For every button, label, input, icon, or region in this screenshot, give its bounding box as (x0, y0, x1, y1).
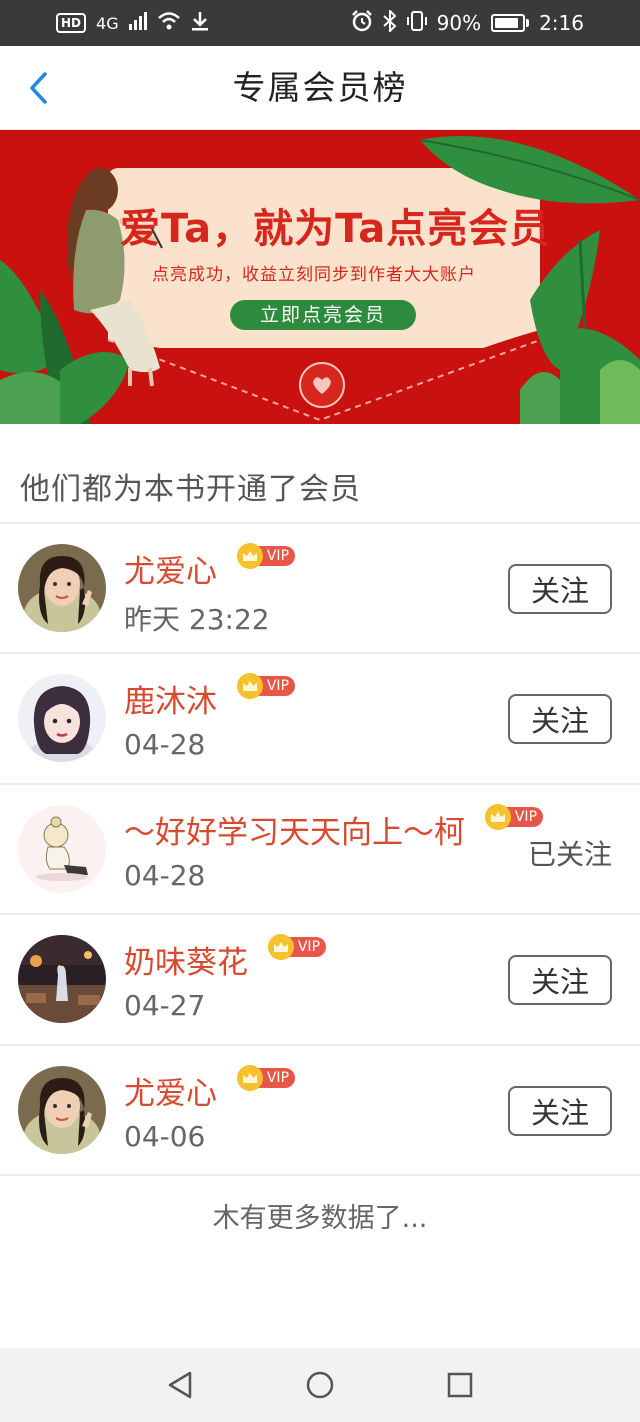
member-time: 04-28 (124, 858, 206, 892)
follow-button[interactable]: 关注 (508, 694, 612, 745)
system-home-button[interactable] (295, 1360, 345, 1410)
wifi-icon (157, 11, 181, 36)
hd-badge: HD (56, 13, 87, 33)
download-icon (191, 11, 209, 36)
home-circle-icon (306, 1371, 334, 1399)
banner-subtitle: 点亮成功，收益立刻同步到作者大大账户 (152, 265, 476, 285)
avatar[interactable] (18, 674, 106, 763)
system-back-button[interactable] (155, 1360, 205, 1410)
recents-square-icon (447, 1372, 473, 1398)
vibrate-icon (406, 10, 427, 37)
portrait-woman-icon (18, 544, 106, 632)
avatar[interactable] (18, 1065, 106, 1154)
banner-title: 爱Ta，就为Ta点亮会员 (120, 206, 551, 252)
vip-badge: VIP (236, 1064, 296, 1091)
follow-button[interactable]: 关注 (508, 955, 612, 1006)
avatar[interactable] (18, 544, 106, 632)
battery-icon (491, 14, 530, 32)
member-name-text: 奶味葵花 (124, 945, 248, 982)
member-time: 昨天 23:22 (124, 603, 270, 636)
portrait-woman-icon (18, 1065, 106, 1154)
clock: 2:16 (539, 11, 584, 35)
no-more-data-text: 木有更多数据了... (212, 1203, 428, 1234)
member-name-text: ～好好学习天天向上～柯 (124, 814, 465, 851)
light-up-member-button[interactable]: 立即点亮会员 (230, 300, 416, 330)
follow-button[interactable]: 关注 (508, 1085, 612, 1136)
member-name: 尤爱心 VIP (124, 543, 296, 591)
crown-icon (236, 543, 263, 569)
member-list: 尤爱心 VIP 昨天 23:22 关注 鹿沐沐 VIP 04-28 关注 ～好好… (0, 524, 640, 1176)
bluetooth-icon (382, 8, 397, 37)
member-time: 04-28 (124, 728, 206, 762)
avatar[interactable] (18, 804, 106, 893)
back-triangle-icon (168, 1371, 192, 1399)
system-navigation-bar (0, 1348, 640, 1422)
night-street-icon (18, 935, 106, 1024)
avatar[interactable] (18, 935, 106, 1024)
member-row[interactable]: 尤爱心 VIP 04-06 关注 (0, 1046, 640, 1176)
vip-badge: VIP (236, 673, 296, 700)
member-row[interactable]: 鹿沐沐 VIP 04-28 关注 (0, 654, 640, 785)
member-name: 奶味葵花 VIP (124, 934, 327, 982)
member-time: 04-06 (124, 1119, 206, 1153)
member-row[interactable]: 尤爱心 VIP 昨天 23:22 关注 (0, 524, 640, 655)
crown-icon (236, 1064, 263, 1091)
status-bar: HD 4G 90% 2:16 (0, 0, 640, 46)
network-type: 4G (96, 13, 119, 33)
page-title: 专属会员榜 (232, 68, 408, 107)
member-row[interactable]: 奶味葵花 VIP 04-27 关注 (0, 915, 640, 1046)
member-name-text: 鹿沐沐 (124, 684, 217, 721)
member-row[interactable]: ～好好学习天天向上～柯 VIP 04-28 已关注 (0, 785, 640, 916)
followed-label[interactable]: 已关注 (528, 833, 612, 873)
cartoon-girl-icon (18, 804, 106, 893)
section-title: 他们都为本书开通了会员 (20, 472, 361, 507)
vip-badge: VIP (236, 543, 296, 569)
crown-icon (484, 803, 511, 830)
crown-icon (267, 934, 294, 961)
battery-fill (495, 18, 519, 28)
battery-percent: 90% (436, 11, 482, 35)
promo-banner[interactable]: 爱Ta，就为Ta点亮会员 点亮成功，收益立刻同步到作者大大账户 立即点亮会员 (0, 130, 640, 424)
portrait-girl-icon (18, 674, 106, 763)
alarm-icon (351, 9, 373, 37)
vip-badge: VIP (267, 934, 327, 961)
member-name: 鹿沐沐 VIP (124, 673, 296, 721)
signal-icon (128, 11, 147, 35)
navigation-bar: 专属会员榜 (0, 46, 640, 130)
member-name-text: 尤爱心 (124, 554, 217, 590)
vip-badge: VIP (484, 803, 544, 830)
member-name-text: 尤爱心 (124, 1075, 217, 1112)
follow-button[interactable]: 关注 (508, 564, 612, 614)
system-recents-button[interactable] (435, 1360, 485, 1410)
member-name: ～好好学习天天向上～柯 VIP (124, 803, 544, 852)
member-name: 尤爱心 VIP (124, 1064, 296, 1113)
member-time: 04-27 (124, 989, 206, 1023)
